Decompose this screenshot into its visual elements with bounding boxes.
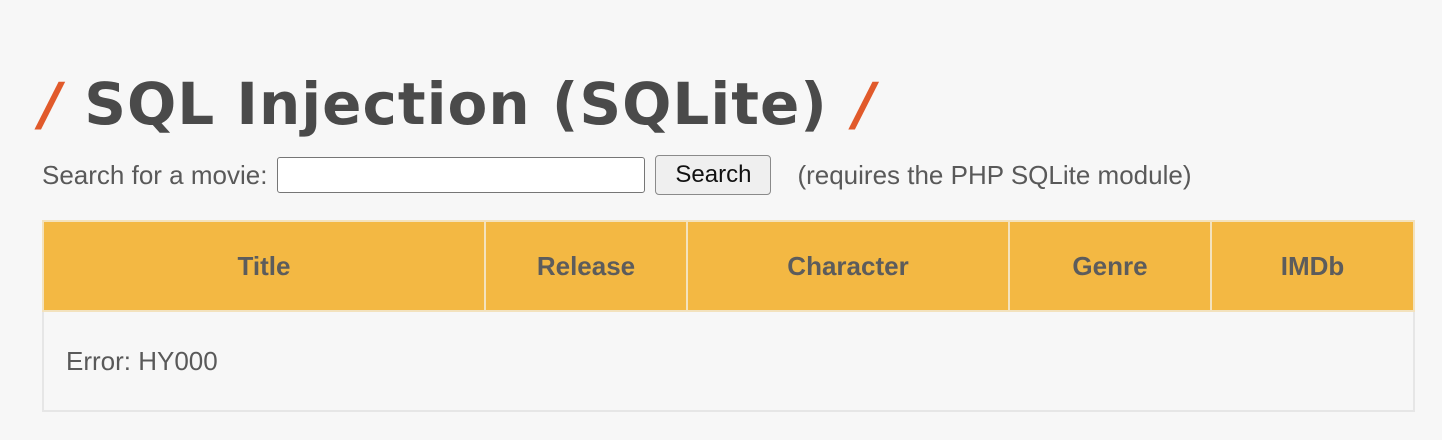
- page-title: / SQL Injection (SQLite) /: [40, 61, 876, 147]
- column-header-title: Title: [42, 220, 486, 312]
- error-message: Error: HY000: [42, 310, 1415, 412]
- page: / SQL Injection (SQLite) / Search for a …: [0, 0, 1442, 440]
- search-input[interactable]: [277, 157, 646, 193]
- page-title-text: SQL Injection (SQLite): [84, 69, 828, 138]
- column-header-release: Release: [484, 220, 688, 312]
- title-slash-right: /: [853, 69, 877, 138]
- sqlite-requirement-note: (requires the PHP SQLite module): [797, 159, 1192, 190]
- search-form: Search for a movie: Search (requires the…: [42, 154, 1191, 196]
- results-table-container: Title Release Character Genre IMDb Error…: [42, 220, 1415, 412]
- search-button[interactable]: Search: [655, 155, 772, 195]
- header-row: Title Release Character Genre IMDb: [42, 220, 1415, 312]
- column-header-genre: Genre: [1008, 220, 1212, 312]
- results-table-body: Error: HY000: [42, 310, 1415, 412]
- results-table-header: Title Release Character Genre IMDb: [42, 220, 1415, 312]
- column-header-imdb: IMDb: [1210, 220, 1415, 312]
- column-header-character: Character: [686, 220, 1010, 312]
- search-label: Search for a movie:: [42, 159, 268, 190]
- table-row: Error: HY000: [42, 310, 1415, 412]
- results-table: Title Release Character Genre IMDb Error…: [42, 220, 1415, 412]
- title-slash-left: /: [40, 69, 63, 138]
